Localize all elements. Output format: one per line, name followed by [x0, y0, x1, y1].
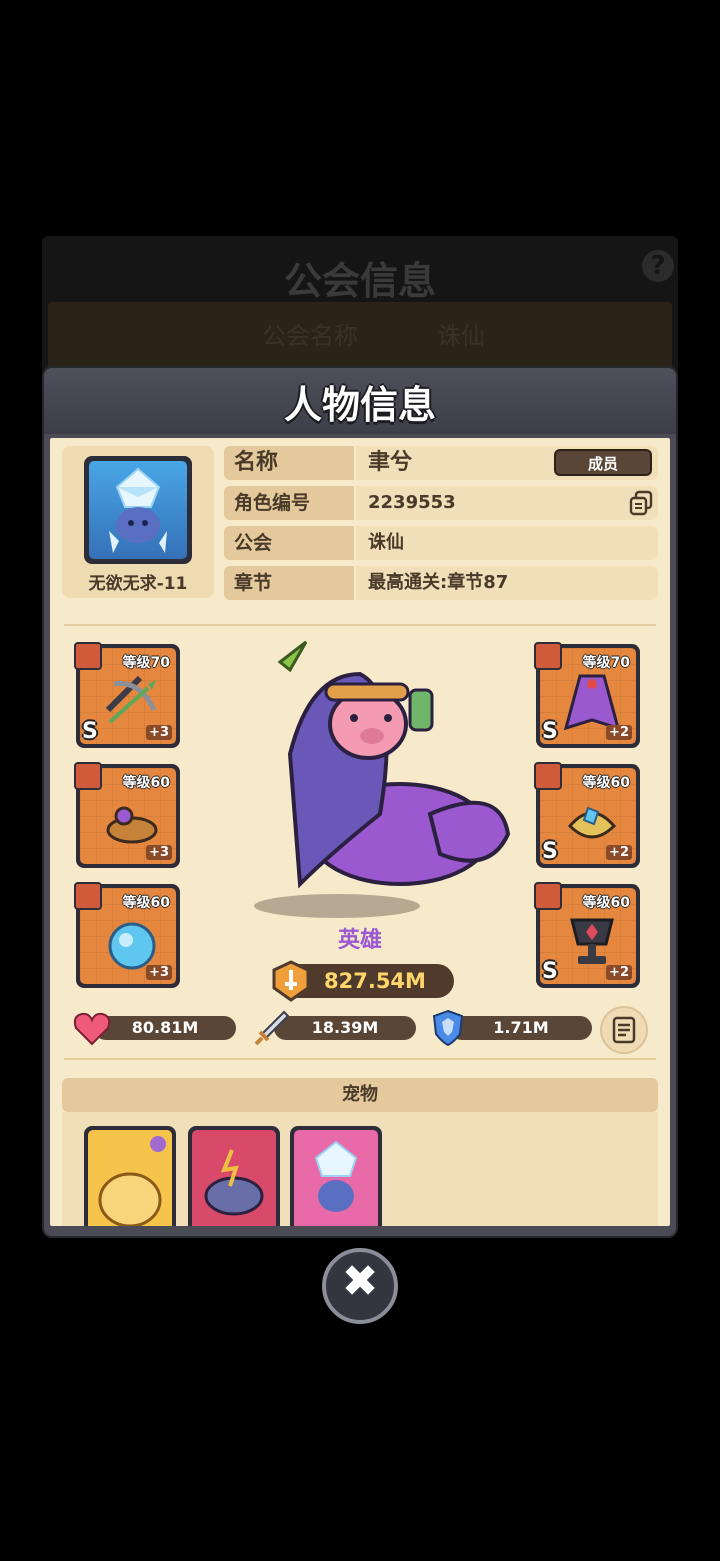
- equip-level: 等级60: [582, 775, 630, 791]
- equip-grade: S: [542, 839, 558, 864]
- modal-header: 人物信息: [44, 368, 676, 434]
- pet-portrait: [294, 1130, 378, 1226]
- equip-level: 等级60: [122, 895, 170, 911]
- equip-plus: +2: [606, 725, 632, 740]
- info-value-id: 2239553: [356, 486, 658, 520]
- attribute-details-button[interactable]: [600, 1006, 648, 1054]
- equip-plus: +2: [606, 965, 632, 980]
- equip-level: 等级70: [122, 655, 170, 671]
- close-button[interactable]: ✖: [322, 1248, 398, 1324]
- pet-slot-3[interactable]: [290, 1126, 382, 1226]
- stat-defense: 1.71M: [428, 1009, 598, 1047]
- equip-slot-armor[interactable]: 等级70 +2 S: [534, 642, 640, 748]
- guild-info-panel-bg: 公会信息 ? 公会名称 诛仙: [42, 236, 678, 382]
- necklace-type-icon: [74, 882, 102, 910]
- info-row-id: 角色编号 2239553: [224, 486, 658, 520]
- info-row-guild: 公会 诛仙: [224, 526, 658, 560]
- equip-level: 等级70: [582, 655, 630, 671]
- combat-power-bar: 827.54M: [272, 960, 454, 1002]
- trophy-type-icon: [534, 882, 562, 910]
- pet-slot-2[interactable]: [188, 1126, 280, 1226]
- divider: [64, 624, 656, 626]
- info-label-chapter: 章节: [224, 566, 354, 600]
- stat-hp: 80.81M: [72, 1012, 242, 1046]
- divider: [64, 1058, 656, 1060]
- guild-name-label: 公会名称: [262, 322, 358, 350]
- combat-power-value: 827.54M: [324, 969, 426, 993]
- pet-portrait: [88, 1130, 172, 1226]
- equip-plus: +3: [146, 725, 172, 740]
- list-icon: [612, 1016, 636, 1044]
- info-value-name: 聿兮 成员: [356, 446, 658, 480]
- player-name: 聿兮: [368, 450, 413, 475]
- avatar-name: 无欲无求-11: [88, 574, 188, 594]
- equip-slot-weapon[interactable]: 等级70 +3 S: [74, 642, 180, 748]
- avatar[interactable]: [84, 456, 192, 564]
- pet-slot-1[interactable]: [84, 1126, 176, 1226]
- attack-value: 18.39M: [274, 1016, 416, 1040]
- pets-header: 宠物: [62, 1078, 658, 1112]
- member-rank-badge: 成员: [554, 449, 652, 476]
- info-row-chapter: 章节 最高通关:章节87: [224, 566, 658, 600]
- equip-plus: +3: [146, 965, 172, 980]
- close-icon: ✖: [341, 1256, 379, 1307]
- equip-plus: +3: [146, 845, 172, 860]
- hero-character[interactable]: [250, 634, 520, 904]
- sword-type-icon: [74, 642, 102, 670]
- avatar-portrait: [89, 461, 187, 559]
- info-value-chapter: 最高通关:章节87: [356, 566, 658, 600]
- equip-grade: S: [542, 719, 558, 744]
- avatar-card: 无欲无求-11: [62, 446, 214, 598]
- armor-type-icon: [534, 642, 562, 670]
- info-row-name: 名称 聿兮 成员: [224, 446, 658, 480]
- sword-icon: [254, 1010, 290, 1046]
- info-label-name: 名称: [224, 446, 354, 480]
- equip-level: 等级60: [582, 895, 630, 911]
- guild-info-title: 公会信息: [283, 259, 436, 303]
- help-icon: ?: [642, 250, 674, 282]
- stat-attack: 18.39M: [252, 1010, 422, 1046]
- shield-icon: [432, 1009, 464, 1047]
- equip-slot-ring[interactable]: 等级60 +3: [74, 762, 180, 868]
- player-id: 2239553: [368, 492, 456, 513]
- info-label-id: 角色编号: [224, 486, 354, 520]
- hp-value: 80.81M: [94, 1016, 236, 1040]
- bracelet-type-icon: [534, 762, 562, 790]
- modal-title: 人物信息: [283, 383, 436, 427]
- guild-name-value: 诛仙: [437, 322, 485, 350]
- defense-value: 1.71M: [450, 1016, 592, 1040]
- equip-plus: +2: [606, 845, 632, 860]
- ring-type-icon: [74, 762, 102, 790]
- equip-grade: S: [82, 719, 98, 744]
- equip-slot-bracelet[interactable]: 等级60 +2 S: [534, 762, 640, 868]
- modal-body: 无欲无求-11 名称 聿兮 成员 角色编号 2239553 公会 诛仙 章节 最…: [50, 438, 670, 1226]
- character-info-modal: 人物信息 无欲无求-11 名称 聿兮 成员 角色编号 2239553 公会 诛仙…: [44, 368, 676, 1236]
- equip-level: 等级60: [122, 775, 170, 791]
- info-value-guild: 诛仙: [356, 526, 658, 560]
- equip-grade: S: [542, 959, 558, 984]
- combat-power-icon: [272, 960, 310, 1002]
- copy-icon[interactable]: [628, 490, 654, 516]
- hero-title: 英雄: [337, 928, 382, 953]
- heart-icon: [73, 1012, 111, 1046]
- pet-portrait: [192, 1130, 276, 1226]
- info-label-guild: 公会: [224, 526, 354, 560]
